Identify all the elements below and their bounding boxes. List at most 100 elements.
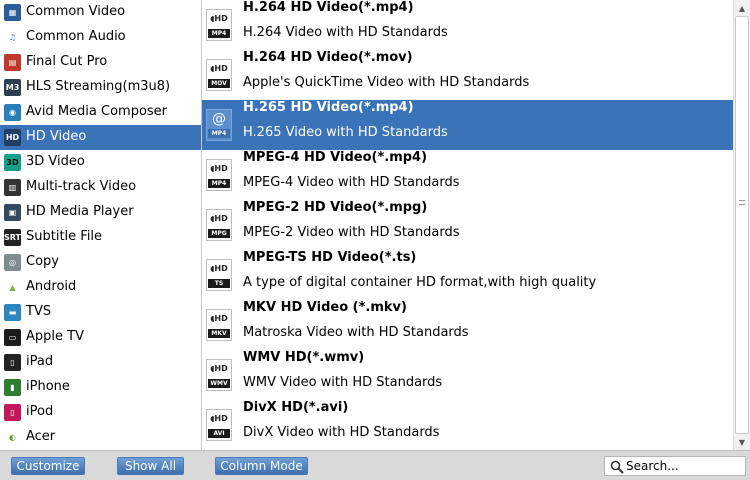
format-name: MPEG-2 HD Video(*.mpg) (243, 200, 428, 215)
hd-format-icon: ◖HD MP4 (206, 159, 232, 191)
category-item[interactable]: ▭ Apple TV (0, 325, 201, 350)
category-label: 3D Video (26, 154, 85, 169)
format-item[interactable]: ◖HD TS MPEG-TS HD Video(*.ts) A type of dig… (202, 250, 733, 300)
category-label: Apple TV (26, 329, 84, 344)
format-item[interactable]: ◖HD MPG MPEG-2 HD Video(*.mpg) MPEG-2 Video… (202, 200, 733, 250)
category-label: Common Video (26, 4, 126, 19)
category-item[interactable]: ▬ TVS (0, 300, 201, 325)
format-item[interactable]: ◖HD MKV MKV HD Video (*.mkv) Matroska Video… (202, 300, 733, 350)
category-item[interactable]: SRT Subtitle File (0, 225, 201, 250)
format-description: MPEG-2 Video with HD Standards (243, 225, 460, 240)
category-item[interactable]: ◐ Acer (0, 425, 201, 450)
format-name: H.264 HD Video(*.mov) (243, 50, 413, 65)
format-description: H.264 Video with HD Standards (243, 25, 448, 40)
category-item[interactable]: ▤ Final Cut Pro (0, 50, 201, 75)
format-list: ◖HD MP4 H.264 HD Video(*.mp4) H.264 Video w… (202, 0, 733, 450)
category-item[interactable]: ▣ HD Media Player (0, 200, 201, 225)
category-label: iPhone (26, 379, 70, 394)
search-box[interactable] (604, 456, 746, 476)
category-item[interactable]: ▯ iPod (0, 400, 201, 425)
format-list-scrollbar[interactable]: ▲ ▼ (733, 0, 750, 450)
hd-badge-icon: ◖HD (210, 64, 228, 73)
scrollbar-grip-icon (739, 200, 745, 205)
format-picker-panel: ▦ Common Video ♫ Common Audio ▤ Final Cut Pro… (0, 0, 750, 480)
format-extension-label: MPG (208, 229, 230, 238)
format-name: MKV HD Video (*.mkv) (243, 300, 407, 315)
scroll-up-arrow-icon[interactable]: ▲ (734, 0, 750, 16)
category-item[interactable]: ▦ Common Video (0, 0, 201, 25)
category-label: Avid Media Composer (26, 104, 168, 119)
format-extension-label: MKV (208, 329, 230, 338)
category-item[interactable]: M3 HLS Streaming(m3u8) (0, 75, 201, 100)
format-item[interactable]: ◖HD MP4 H.264 HD Video(*.mp4) H.264 Video w… (202, 0, 733, 50)
hd-format-icon: ◖HD MOV (206, 59, 232, 91)
category-list: ▦ Common Video ♫ Common Audio ▤ Final Cut Pro… (0, 0, 202, 450)
music-note-icon: ♫ (8, 32, 17, 42)
bottom-toolbar: Customize Show All Column Mode (0, 450, 750, 480)
category-item[interactable]: ♫ Common Audio (0, 25, 201, 50)
hd-badge-icon: ◖HD (210, 14, 228, 23)
scrollbar-thumb[interactable] (735, 16, 749, 434)
format-description: MPEG-4 Video with HD Standards (243, 175, 460, 190)
category-item[interactable]: ▯ iPad (0, 350, 201, 375)
format-item[interactable]: ◖HD AVI DivX HD(*.avi) DivX Video with HD S… (202, 400, 733, 450)
hd-badge-icon: ◖HD (210, 414, 228, 423)
search-icon (610, 460, 624, 474)
format-name: DivX HD(*.avi) (243, 400, 349, 415)
category-label: HD Video (26, 129, 87, 144)
format-extension-label: MP4 (208, 29, 230, 38)
format-extension-label: AVI (208, 429, 230, 438)
disc-copy-icon: ◎ (4, 254, 21, 271)
scroll-down-arrow-icon[interactable]: ▼ (734, 434, 750, 450)
category-label: Acer (26, 429, 56, 444)
ipad-icon: ▯ (4, 354, 21, 371)
hd-format-icon: ◖HD MP4 (206, 9, 232, 41)
search-input[interactable] (626, 458, 744, 474)
category-item[interactable]: 3D 3D Video (0, 150, 201, 175)
category-item[interactable]: ◉ Avid Media Composer (0, 100, 201, 125)
filmstrip-icon: ▥ (4, 179, 21, 196)
format-description: H.265 Video with HD Standards (243, 125, 448, 140)
avid-icon: ◉ (4, 104, 21, 121)
hd-format-icon: ◖HD MKV (206, 309, 232, 341)
category-item[interactable]: ▥ Multi-track Video (0, 175, 201, 200)
category-label: Copy (26, 254, 59, 269)
category-label: Final Cut Pro (26, 54, 108, 69)
ipod-icon: ▯ (4, 404, 21, 421)
acer-icon: ◐ (9, 432, 16, 442)
format-item[interactable]: ◖HD MP4 MPEG-4 HD Video(*.mp4) MPEG-4 Video… (202, 150, 733, 200)
format-extension-label: WMV (208, 379, 230, 388)
hd-format-icon: ◖HD TS (206, 259, 232, 291)
format-item[interactable]: ◖HD MOV H.264 HD Video(*.mov) Apple's Quick… (202, 50, 733, 100)
format-name: MPEG-4 HD Video(*.mp4) (243, 150, 428, 165)
hd-icon: HD (4, 129, 21, 146)
format-item[interactable]: @ MP4 H.265 HD Video(*.mp4) H.265 Video wit… (202, 100, 733, 150)
hd-format-icon: ◖HD WMV (206, 359, 232, 391)
format-description: DivX Video with HD Standards (243, 425, 440, 440)
category-label: HLS Streaming(m3u8) (26, 79, 171, 94)
category-item[interactable]: ▮ iPhone (0, 375, 201, 400)
category-item[interactable]: ▲ Android (0, 275, 201, 300)
category-item[interactable]: ◎ Copy (0, 250, 201, 275)
category-label: iPod (26, 404, 54, 419)
hd-badge-icon: @ (212, 111, 226, 127)
column-mode-button[interactable]: Column Mode (215, 457, 308, 475)
customize-button[interactable]: Customize (11, 457, 85, 475)
category-label: TVS (26, 304, 52, 319)
3d-icon: 3D (4, 154, 21, 171)
hd-badge-icon: ◖HD (210, 264, 228, 273)
clapperboard-icon: ▤ (4, 54, 21, 71)
format-item[interactable]: ◖HD WMV WMV HD(*.wmv) WMV Video with HD Sta… (202, 350, 733, 400)
hd-format-icon: ◖HD MPG (206, 209, 232, 241)
category-item[interactable]: HD HD Video (0, 125, 201, 150)
m3u8-icon: M3 (4, 79, 21, 96)
category-label: Common Audio (26, 29, 126, 44)
show-all-button[interactable]: Show All (117, 457, 184, 475)
hd-format-icon: ◖HD AVI (206, 409, 232, 441)
format-name: H.264 HD Video(*.mp4) (243, 0, 414, 15)
format-description: Matroska Video with HD Standards (243, 325, 469, 340)
format-extension-label: MP4 (208, 179, 230, 188)
apple-tv-icon: ▭ (4, 329, 21, 346)
hd-format-icon: @ MP4 (206, 109, 232, 141)
format-extension-label: MP4 (208, 129, 230, 138)
